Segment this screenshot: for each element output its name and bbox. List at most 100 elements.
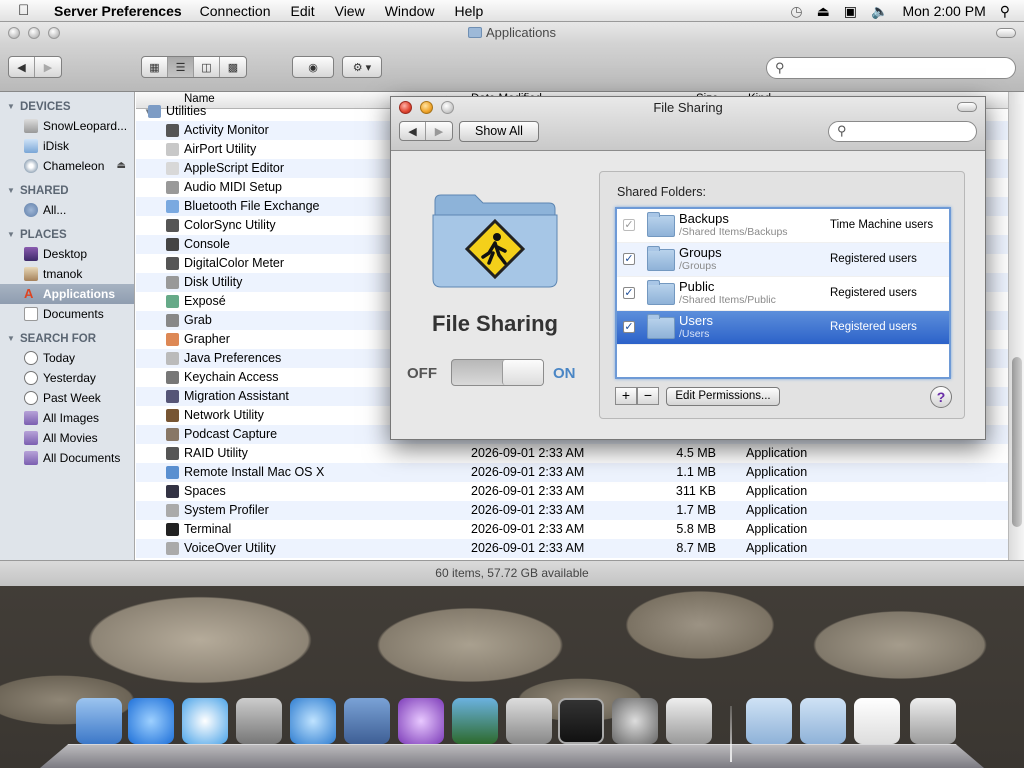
remove-folder-button[interactable]: − xyxy=(637,387,659,405)
apple-menu-icon[interactable]:  xyxy=(18,2,40,19)
sidebar-item-snowleopard[interactable]: SnowLeopard... xyxy=(0,116,134,136)
shared-folders-label: Shared Folders: xyxy=(617,185,706,199)
prefs-search-input[interactable]: ⚲ xyxy=(828,121,977,142)
documents-stack-icon[interactable] xyxy=(854,698,900,744)
safari-icon[interactable] xyxy=(182,698,228,744)
toolbar-toggle-button[interactable] xyxy=(957,102,977,112)
toggle-knob[interactable] xyxy=(502,360,543,385)
table-row[interactable]: Spaces 2026-09-01 2:33 AM 311 KB Applicatio… xyxy=(136,482,1008,501)
table-row[interactable]: Remote Install Mac OS X 2026-09-01 2:33 A… xyxy=(136,463,1008,482)
installer-icon[interactable] xyxy=(506,698,552,744)
add-folder-button[interactable]: + xyxy=(615,387,637,405)
eject-icon[interactable]: ⏏ xyxy=(817,3,830,20)
forward-icon[interactable]: ▶ xyxy=(426,122,452,140)
folder-icon xyxy=(647,246,675,271)
podcast-capture-icon[interactable] xyxy=(398,698,444,744)
table-row[interactable]: VoiceOver Utility 2026-09-01 2:33 AM 8.7 M… xyxy=(136,539,1008,558)
trash-icon[interactable] xyxy=(910,698,956,744)
sidebar-item-applications[interactable]: A Applications xyxy=(0,284,134,304)
back-icon[interactable]: ◀ xyxy=(400,122,426,140)
toolbar-toggle-button[interactable] xyxy=(996,28,1016,38)
sidebar-item-documents[interactable]: Documents xyxy=(0,304,134,324)
coverflow-view-icon[interactable]: ▩ xyxy=(220,57,246,77)
downloads-stack-icon[interactable] xyxy=(800,698,846,744)
file-kind: Application xyxy=(746,503,808,517)
eject-icon[interactable]: ⏏ xyxy=(117,156,126,176)
forward-icon[interactable]: ▶ xyxy=(35,57,61,77)
sidebar-item-all-movies[interactable]: All Movies xyxy=(0,428,134,448)
service-toggle-switch[interactable] xyxy=(451,359,544,386)
app-icon xyxy=(166,276,179,289)
table-row[interactable]: Terminal 2026-09-01 2:33 AM 5.8 MB Applicat… xyxy=(136,520,1008,539)
volume-icon[interactable]: 🔈 xyxy=(871,3,888,20)
app-icon xyxy=(166,181,179,194)
share-checkbox[interactable]: ✓ xyxy=(623,253,635,265)
sidebar-item-home[interactable]: tmanok xyxy=(0,264,134,284)
sidebar-item-all-images[interactable]: All Images xyxy=(0,408,134,428)
app-icon xyxy=(166,542,179,555)
spotlight-icon[interactable]: ⚲ xyxy=(1000,3,1010,20)
system-preferences-icon[interactable] xyxy=(612,698,658,744)
app-store-icon[interactable] xyxy=(128,698,174,744)
share-checkbox[interactable]: ✓ xyxy=(623,219,635,231)
table-row[interactable]: RAID Utility 2026-09-01 2:33 AM 4.5 MB Appl… xyxy=(136,444,1008,463)
help-button[interactable]: ? xyxy=(930,386,952,408)
preview-icon[interactable] xyxy=(236,698,282,744)
vertical-scrollbar[interactable] xyxy=(1008,92,1024,560)
shared-folder-row-backups[interactable]: ✓ Backups /Shared Items/Backups Time Mac… xyxy=(617,209,949,243)
shared-folder-row-users[interactable]: ✓ Users /Users Registered users xyxy=(617,311,949,345)
menu-view[interactable]: View xyxy=(335,3,365,19)
menu-connection[interactable]: Connection xyxy=(200,3,271,19)
menu-edit[interactable]: Edit xyxy=(290,3,314,19)
sidebar-item-desktop[interactable]: Desktop xyxy=(0,244,134,264)
share-checkbox[interactable]: ✓ xyxy=(623,321,635,333)
mail-globe-icon[interactable] xyxy=(290,698,336,744)
shared-folder-row-groups[interactable]: ✓ Groups /Groups Registered users xyxy=(617,243,949,277)
sidebar-item-chameleon[interactable]: Chameleon ⏏ xyxy=(0,156,134,176)
time-machine-icon[interactable]: ◷ xyxy=(790,3,802,20)
display-icon[interactable]: ▣ xyxy=(844,3,857,20)
finder-icon[interactable] xyxy=(76,698,122,744)
menu-clock[interactable]: Mon 2:00 PM xyxy=(902,3,985,19)
list-view-icon[interactable]: ☰ xyxy=(168,57,194,77)
file-name: Migration Assistant xyxy=(184,389,289,403)
terminal-icon[interactable] xyxy=(558,698,604,744)
sidebar-header-shared[interactable]: SHARED xyxy=(0,182,134,200)
app-icon xyxy=(166,466,179,479)
shared-folder-row-public[interactable]: ✓ Public /Shared Items/Public Registered… xyxy=(617,277,949,311)
table-row[interactable]: System Profiler 2026-09-01 2:33 AM 1.7 MB A… xyxy=(136,501,1008,520)
shared-folders-list: ✓ Backups /Shared Items/Backups Time Mac… xyxy=(615,207,951,379)
sidebar-item-idisk[interactable]: iDisk xyxy=(0,136,134,156)
sidebar-item-today[interactable]: Today xyxy=(0,348,134,368)
menu-help[interactable]: Help xyxy=(455,3,484,19)
edit-permissions-button[interactable]: Edit Permissions... xyxy=(666,387,780,406)
scroll-thumb[interactable] xyxy=(1012,357,1022,527)
zoom-button[interactable] xyxy=(48,27,60,39)
folder-path: /Shared Items/Public xyxy=(679,294,776,306)
back-icon[interactable]: ◀ xyxy=(9,57,35,77)
quick-look-icon[interactable]: ◉ xyxy=(293,57,333,77)
image-capture-icon[interactable] xyxy=(666,698,712,744)
sidebar-item-all-shared[interactable]: All... xyxy=(0,200,134,220)
directory-icon[interactable] xyxy=(344,698,390,744)
finder-search-input[interactable]: ⚲ xyxy=(766,57,1016,79)
applications-stack-icon[interactable] xyxy=(746,698,792,744)
sidebar-item-all-documents[interactable]: All Documents xyxy=(0,448,134,468)
icon-view-icon[interactable]: ▦ xyxy=(142,57,168,77)
sidebar-item-yesterday[interactable]: Yesterday xyxy=(0,368,134,388)
show-all-button[interactable]: Show All xyxy=(459,121,539,142)
file-sharing-window: File Sharing ◀ ▶ Show All ⚲ File Sharing… xyxy=(390,96,986,440)
gear-icon[interactable]: ⚙ ▾ xyxy=(343,57,381,77)
close-button[interactable] xyxy=(8,27,20,39)
menu-window[interactable]: Window xyxy=(385,3,435,19)
sidebar-item-past-week[interactable]: Past Week xyxy=(0,388,134,408)
column-view-icon[interactable]: ◫ xyxy=(194,57,220,77)
minimize-button[interactable] xyxy=(28,27,40,39)
share-checkbox[interactable]: ✓ xyxy=(623,287,635,299)
sidebar-header-devices[interactable]: DEVICES xyxy=(0,98,134,116)
app-icon xyxy=(166,523,179,536)
iphoto-icon[interactable] xyxy=(452,698,498,744)
sidebar-header-places[interactable]: PLACES xyxy=(0,226,134,244)
app-menu[interactable]: Server Preferences xyxy=(54,3,182,19)
sidebar-header-search[interactable]: SEARCH FOR xyxy=(0,330,134,348)
